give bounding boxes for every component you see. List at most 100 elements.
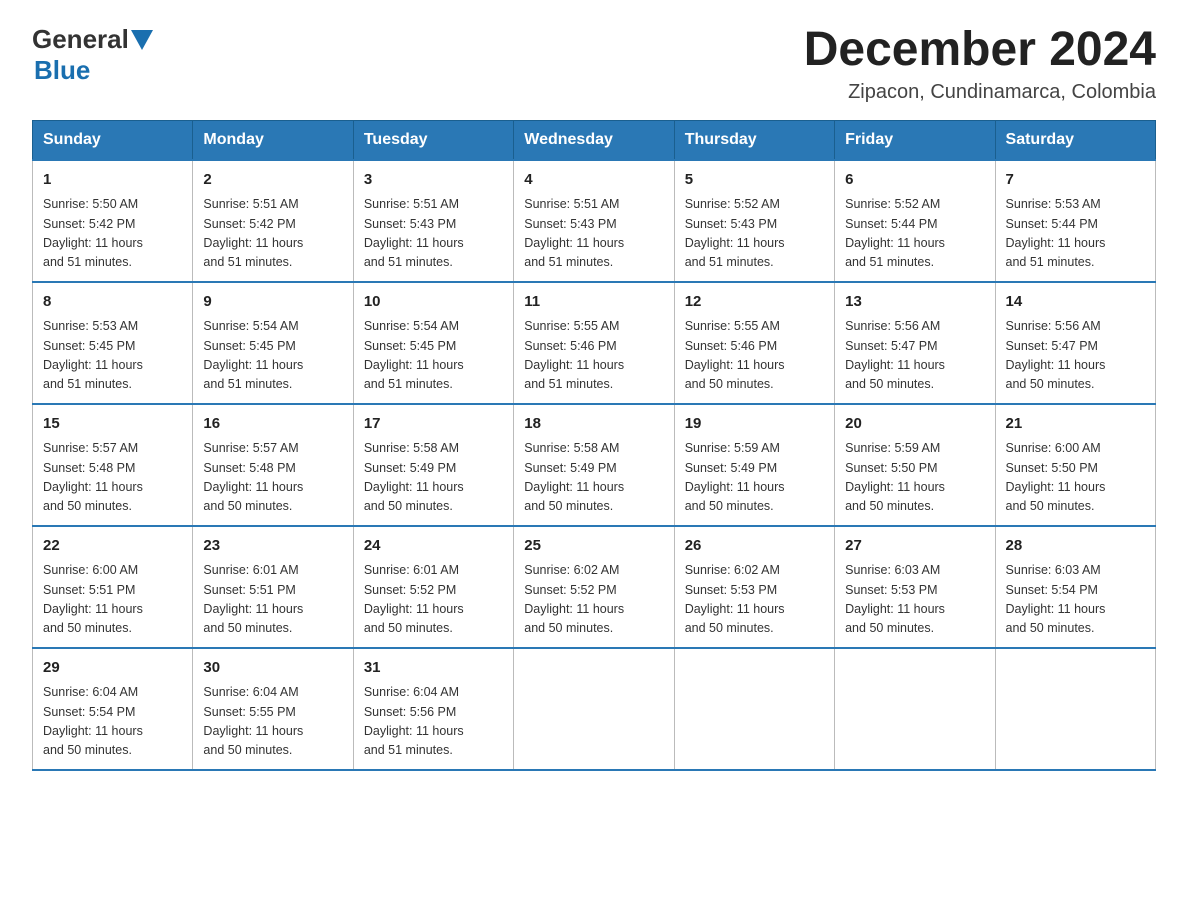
day-info: Sunrise: 5:56 AMSunset: 5:47 PMDaylight:… — [845, 317, 984, 395]
calendar-cell — [835, 648, 995, 770]
calendar-cell: 20 Sunrise: 5:59 AMSunset: 5:50 PMDayligh… — [835, 404, 995, 526]
calendar-cell: 4Sunrise: 5:51 AMSunset: 5:43 PMDaylight… — [514, 160, 674, 282]
day-number: 10 — [364, 291, 503, 314]
day-info: Sunrise: 6:03 AMSunset: 5:54 PMDaylight:… — [1006, 561, 1145, 639]
header-day-monday: Monday — [193, 120, 353, 160]
header-day-thursday: Thursday — [674, 120, 834, 160]
calendar-cell: 19 Sunrise: 5:59 AMSunset: 5:49 PMDayligh… — [674, 404, 834, 526]
day-number: 27 — [845, 535, 984, 558]
day-info: Sunrise: 5:57 AMSunset: 5:48 PMDaylight:… — [43, 439, 182, 517]
day-number: 14 — [1006, 291, 1145, 314]
day-number: 23 — [203, 535, 342, 558]
day-info: Sunrise: 5:53 AMSunset: 5:44 PMDaylight:… — [1006, 195, 1145, 273]
calendar-cell: 24Sunrise: 6:01 AMSunset: 5:52 PMDayligh… — [353, 526, 513, 648]
calendar-cell — [674, 648, 834, 770]
day-info: Sunrise: 5:53 AMSunset: 5:45 PMDaylight:… — [43, 317, 182, 395]
week-row-4: 22 Sunrise: 6:00 AMSunset: 5:51 PMDayligh… — [33, 526, 1156, 648]
day-info: Sunrise: 5:58 AMSunset: 5:49 PMDaylight:… — [364, 439, 503, 517]
calendar-cell: 29 Sunrise: 6:04 AMSunset: 5:54 PMDayligh… — [33, 648, 193, 770]
day-info: Sunrise: 5:59 AMSunset: 5:49 PMDaylight:… — [685, 439, 824, 517]
day-number: 13 — [845, 291, 984, 314]
calendar-cell — [514, 648, 674, 770]
day-info: Sunrise: 6:04 AMSunset: 5:55 PMDaylight:… — [203, 683, 342, 761]
calendar-cell: 6Sunrise: 5:52 AMSunset: 5:44 PMDaylight… — [835, 160, 995, 282]
week-row-3: 15 Sunrise: 5:57 AMSunset: 5:48 PMDayligh… — [33, 404, 1156, 526]
calendar-cell: 12 Sunrise: 5:55 AMSunset: 5:46 PMDayligh… — [674, 282, 834, 404]
day-number: 25 — [524, 535, 663, 558]
day-number: 1 — [43, 169, 182, 192]
calendar-cell: 31 Sunrise: 6:04 AMSunset: 5:56 PMDayligh… — [353, 648, 513, 770]
day-number: 31 — [364, 657, 503, 680]
day-number: 18 — [524, 413, 663, 436]
day-info: Sunrise: 5:55 AMSunset: 5:46 PMDaylight:… — [685, 317, 824, 395]
calendar-cell: 8 Sunrise: 5:53 AMSunset: 5:45 PMDaylight… — [33, 282, 193, 404]
calendar-cell: 25 Sunrise: 6:02 AMSunset: 5:52 PMDayligh… — [514, 526, 674, 648]
logo-triangle-icon — [131, 30, 153, 52]
calendar-cell: 5 Sunrise: 5:52 AMSunset: 5:43 PMDaylight… — [674, 160, 834, 282]
day-number: 9 — [203, 291, 342, 314]
day-info: Sunrise: 5:54 AMSunset: 5:45 PMDaylight:… — [203, 317, 342, 395]
calendar-cell: 21Sunrise: 6:00 AMSunset: 5:50 PMDayligh… — [995, 404, 1155, 526]
day-number: 21 — [1006, 413, 1145, 436]
calendar-cell: 15 Sunrise: 5:57 AMSunset: 5:48 PMDayligh… — [33, 404, 193, 526]
day-number: 12 — [685, 291, 824, 314]
calendar-table: SundayMondayTuesdayWednesdayThursdayFrid… — [32, 120, 1156, 771]
day-info: Sunrise: 6:04 AMSunset: 5:56 PMDaylight:… — [364, 683, 503, 761]
day-info: Sunrise: 5:58 AMSunset: 5:49 PMDaylight:… — [524, 439, 663, 517]
day-number: 28 — [1006, 535, 1145, 558]
day-info: Sunrise: 6:04 AMSunset: 5:54 PMDaylight:… — [43, 683, 182, 761]
day-number: 3 — [364, 169, 503, 192]
calendar-subtitle: Zipacon, Cundinamarca, Colombia — [804, 81, 1156, 104]
day-number: 20 — [845, 413, 984, 436]
week-row-2: 8 Sunrise: 5:53 AMSunset: 5:45 PMDaylight… — [33, 282, 1156, 404]
day-info: Sunrise: 5:52 AMSunset: 5:43 PMDaylight:… — [685, 195, 824, 273]
week-row-5: 29 Sunrise: 6:04 AMSunset: 5:54 PMDayligh… — [33, 648, 1156, 770]
day-number: 2 — [203, 169, 342, 192]
day-info: Sunrise: 5:51 AMSunset: 5:42 PMDaylight:… — [203, 195, 342, 273]
day-info: Sunrise: 6:02 AMSunset: 5:52 PMDaylight:… — [524, 561, 663, 639]
calendar-cell: 26Sunrise: 6:02 AMSunset: 5:53 PMDayligh… — [674, 526, 834, 648]
day-info: Sunrise: 6:02 AMSunset: 5:53 PMDaylight:… — [685, 561, 824, 639]
week-row-1: 1 Sunrise: 5:50 AMSunset: 5:42 PMDaylight… — [33, 160, 1156, 282]
day-number: 29 — [43, 657, 182, 680]
header-day-wednesday: Wednesday — [514, 120, 674, 160]
day-number: 11 — [524, 291, 663, 314]
logo-blue-text: Blue — [34, 55, 90, 85]
calendar-title: December 2024 — [804, 24, 1156, 77]
day-number: 15 — [43, 413, 182, 436]
day-info: Sunrise: 5:50 AMSunset: 5:42 PMDaylight:… — [43, 195, 182, 273]
calendar-cell: 16 Sunrise: 5:57 AMSunset: 5:48 PMDayligh… — [193, 404, 353, 526]
day-info: Sunrise: 6:00 AMSunset: 5:51 PMDaylight:… — [43, 561, 182, 639]
day-info: Sunrise: 5:52 AMSunset: 5:44 PMDaylight:… — [845, 195, 984, 273]
header-day-sunday: Sunday — [33, 120, 193, 160]
calendar-cell: 27 Sunrise: 6:03 AMSunset: 5:53 PMDayligh… — [835, 526, 995, 648]
day-info: Sunrise: 5:55 AMSunset: 5:46 PMDaylight:… — [524, 317, 663, 395]
day-info: Sunrise: 5:57 AMSunset: 5:48 PMDaylight:… — [203, 439, 342, 517]
day-info: Sunrise: 5:51 AMSunset: 5:43 PMDaylight:… — [364, 195, 503, 273]
day-number: 19 — [685, 413, 824, 436]
calendar-cell: 1 Sunrise: 5:50 AMSunset: 5:42 PMDaylight… — [33, 160, 193, 282]
calendar-cell: 30 Sunrise: 6:04 AMSunset: 5:55 PMDayligh… — [193, 648, 353, 770]
day-info: Sunrise: 5:59 AMSunset: 5:50 PMDaylight:… — [845, 439, 984, 517]
day-number: 30 — [203, 657, 342, 680]
header-day-friday: Friday — [835, 120, 995, 160]
calendar-cell: 18 Sunrise: 5:58 AMSunset: 5:49 PMDayligh… — [514, 404, 674, 526]
day-number: 5 — [685, 169, 824, 192]
calendar-cell: 17 Sunrise: 5:58 AMSunset: 5:49 PMDayligh… — [353, 404, 513, 526]
day-info: Sunrise: 6:01 AMSunset: 5:52 PMDaylight:… — [364, 561, 503, 639]
header-day-saturday: Saturday — [995, 120, 1155, 160]
calendar-cell: 9 Sunrise: 5:54 AMSunset: 5:45 PMDaylight… — [193, 282, 353, 404]
day-number: 22 — [43, 535, 182, 558]
day-info: Sunrise: 5:54 AMSunset: 5:45 PMDaylight:… — [364, 317, 503, 395]
day-number: 17 — [364, 413, 503, 436]
title-section: December 2024 Zipacon, Cundinamarca, Col… — [804, 24, 1156, 104]
calendar-cell: 14 Sunrise: 5:56 AMSunset: 5:47 PMDayligh… — [995, 282, 1155, 404]
logo-general-text: General — [32, 24, 129, 55]
calendar-cell: 28 Sunrise: 6:03 AMSunset: 5:54 PMDayligh… — [995, 526, 1155, 648]
day-number: 8 — [43, 291, 182, 314]
calendar-cell: 2 Sunrise: 5:51 AMSunset: 5:42 PMDaylight… — [193, 160, 353, 282]
day-info: Sunrise: 5:56 AMSunset: 5:47 PMDaylight:… — [1006, 317, 1145, 395]
calendar-cell: 3 Sunrise: 5:51 AMSunset: 5:43 PMDaylight… — [353, 160, 513, 282]
day-number: 16 — [203, 413, 342, 436]
day-info: Sunrise: 6:03 AMSunset: 5:53 PMDaylight:… — [845, 561, 984, 639]
